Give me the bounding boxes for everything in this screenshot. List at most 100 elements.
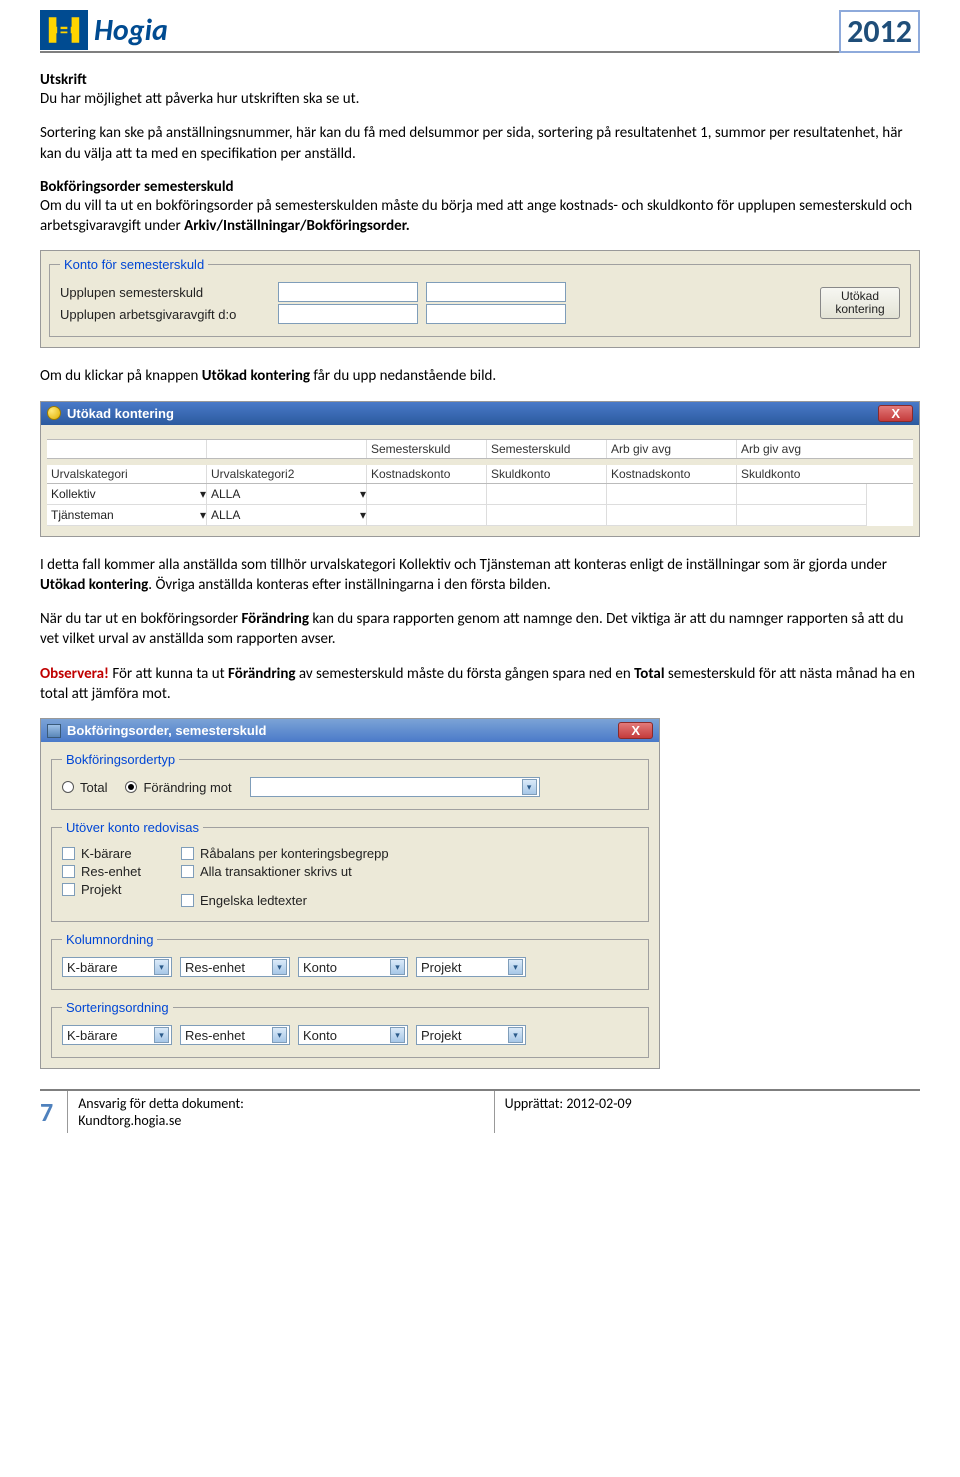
after2-p2: När du tar ut en bokföringsorder Förändr… [40, 609, 920, 650]
after2-p3: Observera! För att kunna ta ut Förändrin… [40, 664, 920, 705]
chevron-down-icon: ▾ [200, 487, 206, 501]
cb-alla-row[interactable]: Alla transaktioner skrivs ut [181, 864, 389, 879]
subhdr-kostnad1: Kostnadskonto [367, 465, 487, 483]
page-footer: 7 Ansvarig för detta dokument: Kundtorg.… [40, 1089, 920, 1133]
radio-forandring-row[interactable]: Förändring mot [125, 780, 231, 795]
dialog-title-text: Utökad kontering [67, 406, 174, 421]
kolumn-select-3[interactable]: Konto▾ [298, 957, 408, 977]
utskrift-p2: Sortering kan ske på anställningsnummer,… [40, 123, 920, 164]
chevron-down-icon: ▾ [390, 1027, 405, 1043]
row2-cat-select[interactable]: Tjänsteman▾ [47, 505, 206, 525]
subhdr-urvalskategori2: Urvalskategori2 [207, 465, 367, 483]
cb-res-row[interactable]: Res-enhet [62, 864, 141, 879]
close-button[interactable]: X [878, 405, 913, 422]
utokad-kontering-button[interactable]: Utökad kontering [820, 287, 900, 319]
app-icon [47, 724, 61, 738]
hdr-semesterskuld2: Semesterskuld [487, 440, 607, 458]
sort-legend: Sorteringsordning [62, 1000, 173, 1015]
footer-right: Upprättat: 2012-02-09 [495, 1091, 920, 1133]
page-number: 7 [40, 1091, 68, 1133]
utover-fieldset: Utöver konto redovisas K-bärare Res-enhe… [51, 820, 649, 922]
dialog-title-text: Bokföringsorder, semesterskuld [67, 723, 266, 738]
radio-total-label: Total [80, 780, 107, 795]
radio-icon [125, 781, 137, 793]
after2-p1: I detta fall kommer alla anställda som t… [40, 555, 920, 596]
utokad-kontering-dialog: Utökad kontering X Semesterskuld Semeste… [40, 401, 920, 537]
hdr-arbgivavg2: Arb giv avg [737, 440, 867, 458]
chevron-down-icon: ▾ [508, 959, 523, 975]
sort-select-2[interactable]: Res-enhet▾ [180, 1025, 290, 1045]
kolumn-fieldset: Kolumnordning K-bärare▾ Res-enhet▾ Konto… [51, 932, 649, 990]
bokf-type-fieldset: Bokföringsordertyp Total Förändring mot … [51, 752, 649, 810]
chevron-down-icon: ▾ [272, 1027, 287, 1043]
bokf-p1: Om du vill ta ut en bokföringsorder på s… [40, 196, 920, 237]
row1-cat2-select[interactable]: ALLA▾ [207, 484, 366, 504]
close-button[interactable]: X [618, 722, 653, 739]
sort-fieldset: Sorteringsordning K-bärare▾ Res-enhet▾ K… [51, 1000, 649, 1058]
footer-left: Ansvarig för detta dokument: Kundtorg.ho… [68, 1091, 494, 1133]
chevron-down-icon: ▾ [360, 508, 366, 522]
checkbox-icon [181, 847, 194, 860]
year-box: 2012 [839, 10, 920, 53]
chevron-down-icon: ▾ [522, 779, 537, 795]
table-row: Tjänsteman▾ ALLA▾ [47, 505, 913, 526]
sort-select-1[interactable]: K-bärare▾ [62, 1025, 172, 1045]
konto-fieldset: Konto för semesterskuld Upplupen semeste… [49, 257, 911, 337]
bokf-heading: Bokföringsorder semesterskuld [40, 178, 920, 196]
cb-kbarare-row[interactable]: K-bärare [62, 846, 141, 861]
kolumn-select-2[interactable]: Res-enhet▾ [180, 957, 290, 977]
konto-panel: Konto för semesterskuld Upplupen semeste… [40, 250, 920, 348]
subhdr-skuld1: Skuldkonto [487, 465, 607, 483]
utskrift-p1: Du har möjlighet att påverka hur utskrif… [40, 89, 920, 109]
cb-eng-row[interactable]: Engelska ledtexter [181, 893, 389, 908]
logo-icon: H [40, 10, 88, 50]
chevron-down-icon: ▾ [154, 1027, 169, 1043]
row1-cat-select[interactable]: Kollektiv▾ [47, 484, 206, 504]
checkbox-icon [62, 883, 75, 896]
chevron-down-icon: ▾ [508, 1027, 523, 1043]
utskrift-heading: Utskrift [40, 71, 920, 89]
app-icon [47, 406, 61, 420]
page-header: H Hogia 2012 [40, 10, 920, 53]
main-content: Utskrift Du har möjlighet att påverka hu… [40, 71, 920, 1069]
input-upplupen-arbetsgivaravgift-2[interactable] [426, 304, 566, 324]
forandring-select[interactable]: ▾ [250, 777, 540, 797]
konto-legend: Konto för semesterskuld [60, 257, 208, 272]
subhdr-urvalskategori: Urvalskategori [47, 465, 207, 483]
table-row: Kollektiv▾ ALLA▾ [47, 484, 913, 505]
radio-icon [62, 781, 74, 793]
header-divider [40, 51, 920, 53]
kolumn-select-4[interactable]: Projekt▾ [416, 957, 526, 977]
input-upplupen-semesterskuld-1[interactable] [278, 282, 418, 302]
dialog-titlebar: Bokföringsorder, semesterskuld X [41, 719, 659, 742]
table-header: Semesterskuld Semesterskuld Arb giv avg … [47, 439, 913, 459]
sort-select-4[interactable]: Projekt▾ [416, 1025, 526, 1045]
row2-cat2-select[interactable]: ALLA▾ [207, 505, 366, 525]
label-upplupen-arbetsgivaravgift: Upplupen arbetsgivaravgift d:o [60, 307, 270, 322]
checkbox-icon [181, 865, 194, 878]
kolumn-select-1[interactable]: K-bärare▾ [62, 957, 172, 977]
chevron-down-icon: ▾ [390, 959, 405, 975]
input-upplupen-semesterskuld-2[interactable] [426, 282, 566, 302]
radio-forandring-label: Förändring mot [143, 780, 231, 795]
chevron-down-icon: ▾ [200, 508, 206, 522]
input-upplupen-arbetsgivaravgift-1[interactable] [278, 304, 418, 324]
label-upplupen-semesterskuld: Upplupen semesterskuld [60, 285, 270, 300]
subhdr-skuld2: Skuldkonto [737, 465, 867, 483]
checkbox-icon [181, 894, 194, 907]
chevron-down-icon: ▾ [154, 959, 169, 975]
logo: H Hogia [40, 10, 168, 50]
hdr-semesterskuld1: Semesterskuld [367, 440, 487, 458]
cb-rabalans-row[interactable]: Råbalans per konteringsbegrepp [181, 846, 389, 861]
logo-text: Hogia [94, 12, 168, 49]
dialog-titlebar: Utökad kontering X [41, 402, 919, 425]
kolumn-legend: Kolumnordning [62, 932, 157, 947]
bokf-type-legend: Bokföringsordertyp [62, 752, 179, 767]
sort-select-3[interactable]: Konto▾ [298, 1025, 408, 1045]
mid-p1: Om du klickar på knappen Utökad konterin… [40, 366, 920, 386]
hdr-arbgivavg1: Arb giv avg [607, 440, 737, 458]
dialog-title-blur [180, 406, 238, 421]
radio-total-row[interactable]: Total [62, 780, 107, 795]
cb-projekt-row[interactable]: Projekt [62, 882, 141, 897]
checkbox-icon [62, 847, 75, 860]
